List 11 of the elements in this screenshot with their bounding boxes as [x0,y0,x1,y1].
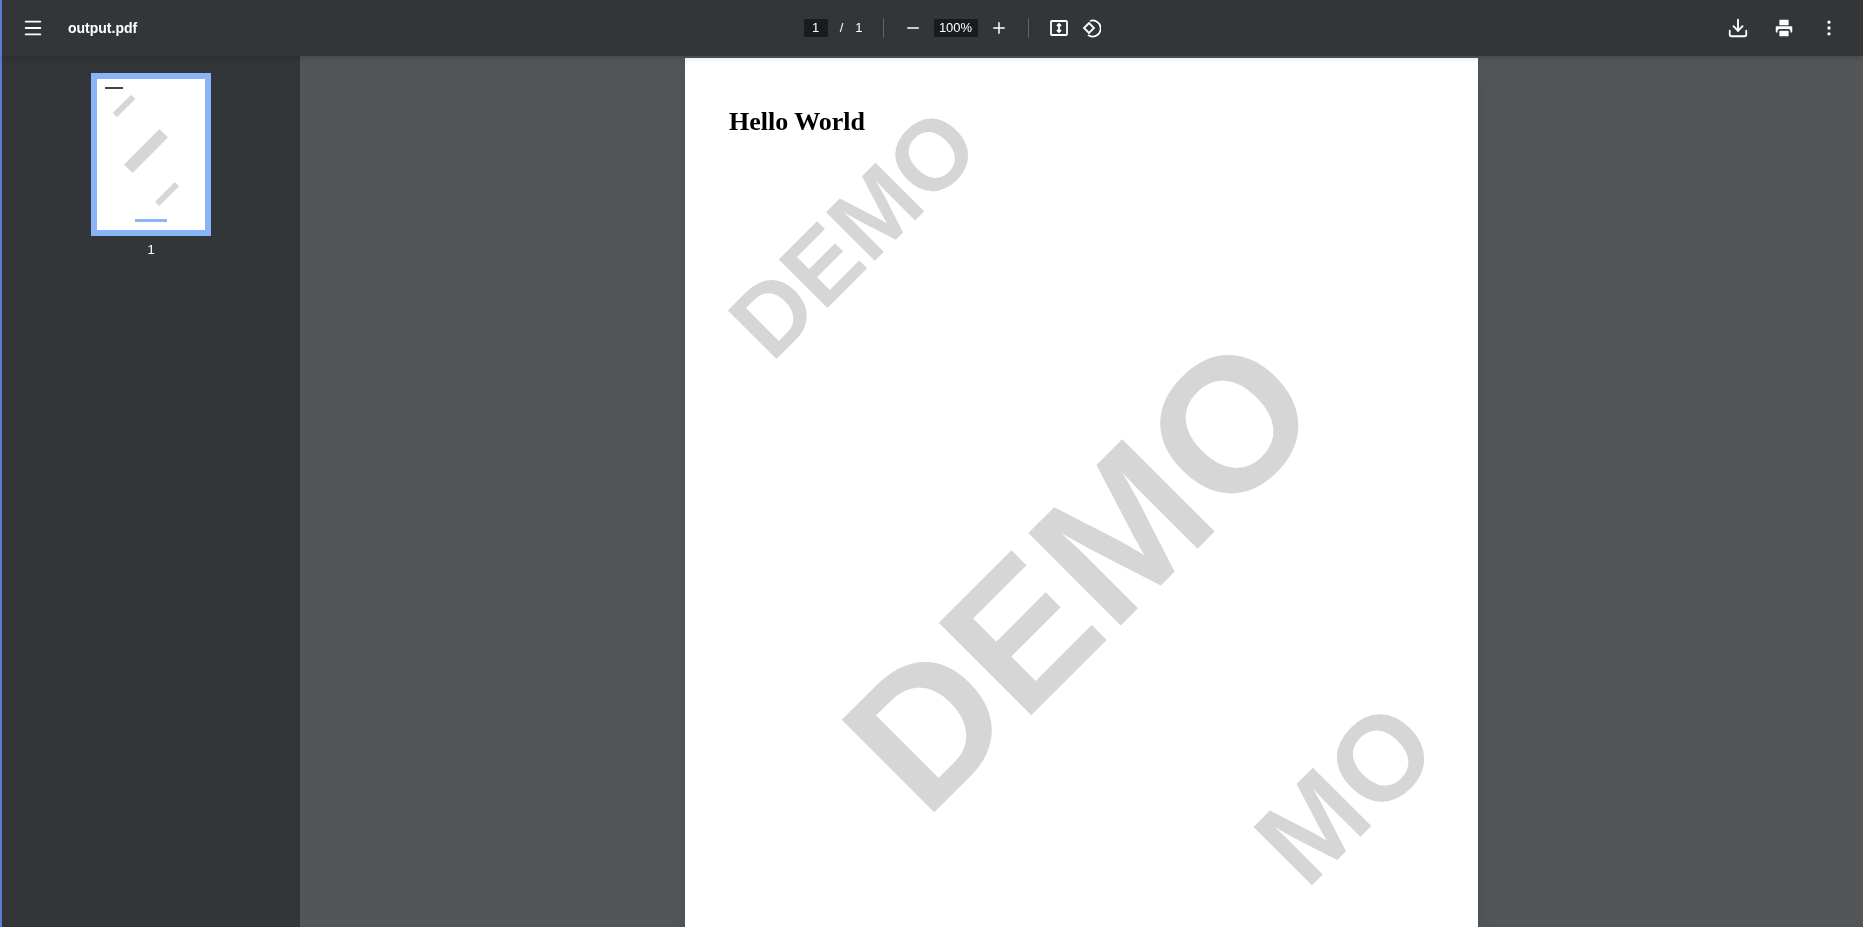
fit-page-icon[interactable] [1048,18,1069,38]
page-separator: / [839,19,844,38]
rotate-icon[interactable] [1080,18,1101,38]
download-icon[interactable] [1727,17,1749,39]
page-number-field[interactable]: 1 [803,19,828,37]
file-name: output.pdf [68,18,138,38]
print-icon[interactable] [1773,17,1795,39]
page-thumbnail[interactable] [91,73,211,236]
thumbnail-page-number: 1 [147,241,155,259]
zoom-field[interactable]: 100% [933,19,978,37]
page-count: 1 [855,19,863,38]
